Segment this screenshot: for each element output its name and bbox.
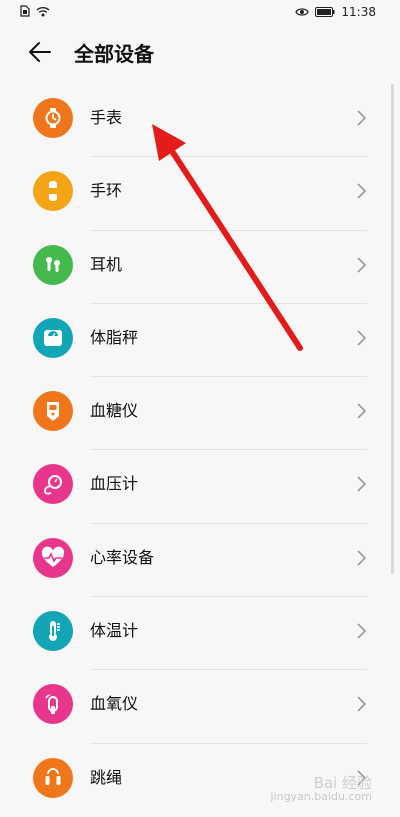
- page-title: 全部设备: [74, 42, 154, 66]
- thermometer-icon: [33, 611, 73, 652]
- device-item-band[interactable]: 手环: [0, 157, 400, 231]
- eye-icon: [295, 7, 310, 17]
- watermark: Bai 经验 jingyan.baidu.com: [270, 776, 372, 804]
- device-item-glucose-meter[interactable]: 血糖仪: [0, 377, 400, 451]
- chevron-right-icon: [357, 330, 367, 346]
- chevron-right-icon: [357, 403, 367, 419]
- device-item-scale[interactable]: 体脂秤: [0, 304, 400, 378]
- device-label: 心率设备: [90, 547, 155, 567]
- earphone-icon: [33, 244, 73, 285]
- device-item-heart-rate[interactable]: 心率设备: [0, 524, 400, 598]
- chevron-right-icon: [357, 550, 367, 566]
- glucose-meter-icon: [33, 391, 73, 432]
- device-list: 手表 手环 耳机 体脂秤 血糖仪 血压计 心率设备 体温计 血氧仪 跳绳: [0, 84, 400, 817]
- device-label: 血糖仪: [90, 401, 139, 421]
- device-item-blood-pressure[interactable]: 血压计: [0, 450, 400, 524]
- chevron-right-icon: [357, 696, 367, 712]
- back-arrow-icon: [29, 42, 51, 62]
- device-label: 手环: [90, 181, 123, 201]
- device-label: 血压计: [90, 474, 139, 494]
- chevron-right-icon: [357, 623, 367, 639]
- sim-icon: [20, 5, 30, 17]
- oximeter-icon: [33, 684, 73, 725]
- page-header: 全部设备: [0, 26, 400, 82]
- scrollbar[interactable]: [391, 84, 394, 574]
- back-button[interactable]: [28, 40, 60, 68]
- jump-rope-icon: [33, 757, 73, 798]
- chevron-right-icon: [357, 476, 367, 493]
- watch-icon: [33, 98, 73, 138]
- device-label: 血氧仪: [90, 694, 139, 714]
- device-label: 体脂秤: [90, 327, 139, 347]
- status-time: 11:38: [341, 5, 376, 19]
- watermark-url: jingyan.baidu.com: [270, 790, 372, 803]
- device-label: 手表: [90, 108, 123, 127]
- device-item-watch[interactable]: 手表: [0, 84, 400, 158]
- status-bar: 11:38: [0, 0, 400, 26]
- wifi-icon: [36, 6, 50, 17]
- chevron-right-icon: [357, 183, 367, 199]
- battery-icon: [315, 7, 335, 17]
- chevron-right-icon: [357, 110, 367, 126]
- device-label: 耳机: [90, 254, 123, 274]
- device-label: 跳绳: [90, 767, 123, 787]
- device-item-earphone[interactable]: 耳机: [0, 231, 400, 304]
- scale-icon: [33, 317, 73, 358]
- device-item-oximeter[interactable]: 血氧仪: [0, 670, 400, 744]
- watermark-brand: Bai 经验: [313, 774, 372, 792]
- device-item-thermometer[interactable]: 体温计: [0, 597, 400, 671]
- heart-rate-icon: [33, 537, 73, 578]
- band-icon: [33, 171, 73, 212]
- device-label: 体温计: [90, 621, 139, 641]
- blood-pressure-icon: [33, 464, 73, 505]
- chevron-right-icon: [357, 257, 367, 273]
